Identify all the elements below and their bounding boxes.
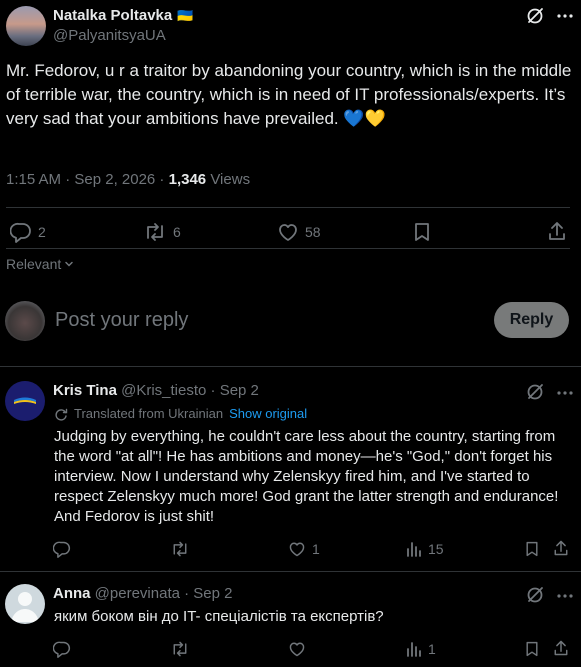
tweet-meta: 1:15 AM · Sep 2, 2026 · 1,346 Views	[6, 171, 250, 188]
like-action[interactable]	[288, 640, 312, 658]
divider	[6, 248, 570, 249]
reply-action[interactable]	[53, 540, 77, 558]
bookmark-icon[interactable]	[412, 221, 432, 243]
chevron-down-icon	[65, 261, 74, 267]
sort-label: Relevant	[6, 256, 62, 272]
repost-icon	[147, 223, 163, 241]
grok-icon[interactable]	[525, 585, 545, 605]
main-author-name[interactable]: Natalka Poltavka	[53, 7, 172, 24]
share-icon[interactable]	[552, 539, 570, 557]
like-count: 1	[312, 541, 320, 557]
views-count: 1,346	[168, 171, 207, 188]
reply-button[interactable]: Reply	[494, 302, 569, 338]
grok-icon[interactable]	[525, 382, 545, 402]
ukraine-flag-emoji: 🇺🇦	[177, 7, 194, 23]
grok-icon[interactable]	[525, 6, 545, 26]
bookmark-icon[interactable]	[524, 640, 540, 658]
heart-icon	[289, 542, 305, 557]
views-chart-icon	[407, 642, 421, 657]
reply-icon	[53, 541, 71, 558]
timestamp[interactable]: 1:15 AM · Sep 2, 2026 ·	[6, 171, 169, 188]
reply-author-handle[interactable]: @perevinata	[95, 585, 180, 602]
repost-icon	[173, 641, 187, 657]
heart-flag-icon	[14, 397, 36, 404]
main-author-handle[interactable]: @PalyanitsyaUA	[53, 27, 166, 44]
reply-action[interactable]	[53, 640, 77, 658]
share-icon[interactable]	[552, 639, 570, 657]
translation-notice: Translated from Ukrainian Show original	[54, 406, 307, 421]
reply-author-avatar[interactable]	[5, 584, 45, 624]
reply-input[interactable]: Post your reply	[55, 309, 188, 332]
reply-count: 2	[38, 224, 46, 240]
reply-author-name[interactable]: Anna	[53, 585, 91, 602]
repost-action[interactable]: 6	[143, 221, 181, 243]
show-original-link[interactable]: Show original	[229, 406, 307, 421]
main-tweet-text: Mr. Fedorov, u r a traitor by abandoning…	[6, 61, 572, 128]
divider	[0, 571, 581, 572]
views-action[interactable]: 1	[406, 640, 436, 658]
views-action[interactable]: 15	[406, 540, 444, 558]
divider	[6, 207, 570, 208]
reply-icon	[53, 641, 71, 658]
default-profile-icon	[11, 592, 39, 622]
translated-label: Translated from Ukrainian	[74, 406, 224, 421]
reply-text: Judging by everything, he couldn't care …	[54, 428, 559, 525]
repost-action[interactable]	[170, 540, 196, 558]
like-action[interactable]: 58	[277, 221, 321, 243]
reply-text: яким боком він до IT- спеціалістів та ек…	[54, 608, 384, 625]
more-options-icon[interactable]	[555, 8, 575, 24]
repost-action[interactable]	[170, 640, 196, 658]
more-options-icon[interactable]	[555, 588, 575, 604]
repost-icon	[173, 541, 187, 557]
heart-icon	[279, 224, 297, 241]
sort-dropdown[interactable]: Relevant	[6, 256, 75, 272]
like-action[interactable]: 1	[288, 540, 320, 558]
current-user-avatar[interactable]	[5, 301, 45, 341]
repost-count: 6	[173, 224, 181, 240]
translate-icon	[55, 408, 68, 421]
main-author-avatar[interactable]	[6, 6, 46, 46]
share-icon[interactable]	[546, 220, 568, 242]
reply-date[interactable]: · Sep 2	[211, 382, 259, 399]
views-count: 1	[428, 641, 436, 657]
reply-author-avatar[interactable]	[5, 381, 45, 421]
views-chart-icon	[407, 542, 421, 557]
views-label: Views	[206, 171, 251, 188]
reply-icon	[10, 222, 31, 243]
reply-author-name[interactable]: Kris Tina	[53, 382, 117, 399]
divider	[0, 366, 581, 367]
heart-icon	[289, 642, 305, 657]
more-options-icon[interactable]	[555, 385, 575, 401]
reply-action[interactable]: 2	[10, 221, 46, 243]
reply-date[interactable]: · Sep 2	[184, 585, 232, 602]
reply-author-handle[interactable]: @Kris_tiesto	[121, 382, 206, 399]
like-count: 58	[305, 224, 321, 240]
bookmark-icon[interactable]	[524, 540, 540, 558]
views-count: 15	[428, 541, 444, 557]
